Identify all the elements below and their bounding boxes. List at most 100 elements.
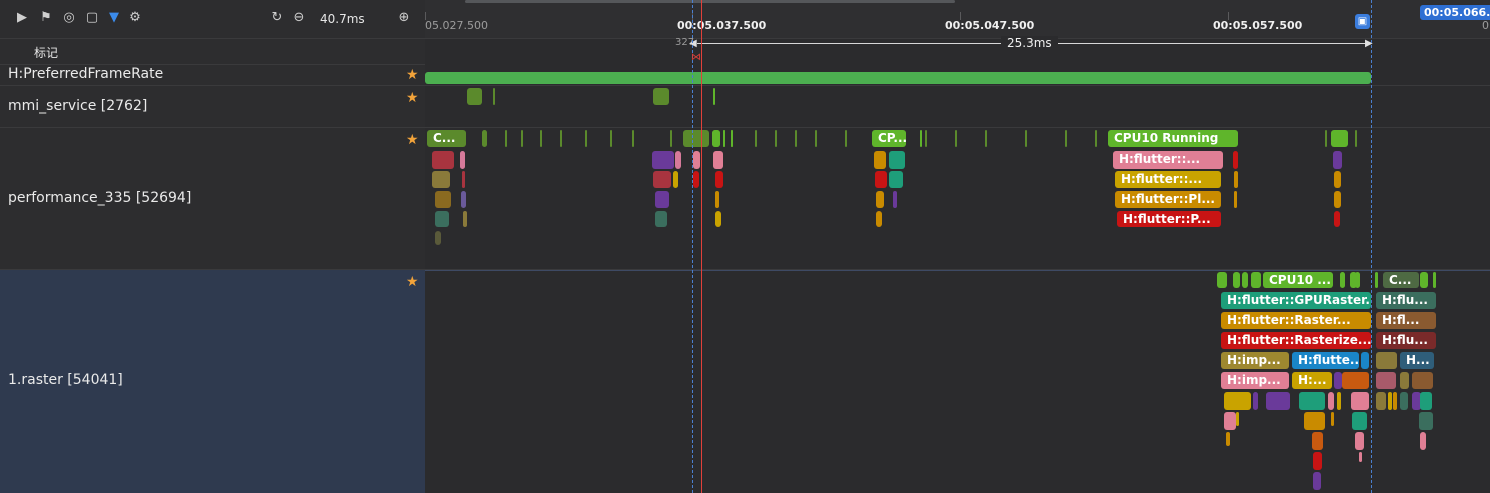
cpu-running-slice[interactable]	[1355, 272, 1360, 288]
cpu-running-slice[interactable]	[925, 130, 927, 147]
track-raster[interactable]: 1.raster [54041] ★	[0, 270, 425, 493]
thread-slice[interactable]	[1234, 171, 1238, 188]
cpu-running-slice[interactable]	[683, 130, 709, 147]
raster-slice[interactable]	[1226, 432, 1230, 446]
cpu-running-slice[interactable]	[755, 130, 757, 147]
cpu-running-slice[interactable]	[1331, 130, 1348, 147]
frame-rate-bar[interactable]	[425, 72, 1371, 84]
raster-slice[interactable]	[1313, 452, 1322, 470]
raster-slice[interactable]: H...	[1400, 352, 1434, 369]
horizontal-scrollbar[interactable]	[465, 0, 955, 3]
thread-slice[interactable]	[432, 171, 450, 188]
flag-icon[interactable]: ⚑	[38, 10, 54, 26]
thread-slice[interactable]	[893, 191, 897, 208]
track-preferred-frame-rate[interactable]: H:PreferredFrameRate ★	[0, 64, 425, 86]
thread-slice[interactable]	[435, 211, 449, 227]
bookmark-flag-icon[interactable]: ▣	[1355, 14, 1370, 29]
raster-slice[interactable]: H:...	[1292, 372, 1332, 389]
thread-slice[interactable]	[435, 231, 441, 245]
globe-icon[interactable]: ◎	[61, 10, 77, 26]
star-icon[interactable]: ★	[406, 68, 420, 82]
thread-slice[interactable]	[1234, 191, 1237, 208]
thread-slice[interactable]: H:flutter::P...	[1117, 211, 1221, 227]
raster-slice[interactable]: H:fl...	[1376, 312, 1436, 329]
cpu-running-slice[interactable]	[1233, 272, 1240, 288]
raster-slice[interactable]	[1304, 412, 1325, 430]
raster-slice[interactable]	[1412, 372, 1433, 389]
thread-slice[interactable]	[461, 191, 466, 208]
raster-slice[interactable]	[1359, 452, 1362, 462]
thread-slice[interactable]	[874, 151, 886, 169]
cpu-running-slice[interactable]	[1095, 130, 1097, 147]
mmi-slice[interactable]	[493, 88, 495, 105]
raster-slice[interactable]: H:flutter::GPURaster...	[1221, 292, 1371, 309]
timeline-panel[interactable]: 05.027.500 00:05.037.500 00:05.047.500 0…	[425, 0, 1490, 493]
thread-slice[interactable]	[693, 151, 700, 169]
raster-slice[interactable]	[1224, 412, 1236, 430]
cpu-running-slice[interactable]	[955, 130, 957, 147]
raster-slice[interactable]: H:imp...	[1221, 352, 1289, 369]
raster-slice[interactable]: H:imp...	[1221, 372, 1289, 389]
thread-slice[interactable]	[675, 151, 681, 169]
mmi-slice[interactable]	[467, 88, 482, 105]
thread-slice[interactable]	[655, 211, 667, 227]
thread-slice[interactable]	[876, 211, 882, 227]
thread-slice[interactable]	[432, 151, 454, 169]
raster-slice[interactable]: H:flutte...	[1292, 352, 1359, 369]
gear-icon[interactable]: ⚙	[127, 10, 143, 26]
raster-slice[interactable]	[1388, 392, 1392, 410]
thread-slice[interactable]	[673, 171, 678, 188]
play-icon[interactable]: ▶	[14, 10, 30, 26]
cpu-running-slice[interactable]	[1242, 272, 1248, 288]
thread-slice[interactable]	[1334, 171, 1341, 188]
raster-slice[interactable]	[1420, 432, 1426, 450]
thread-slice[interactable]	[876, 191, 884, 208]
cpu-running-slice[interactable]: CPU10 ...	[1263, 272, 1333, 288]
raster-slice[interactable]	[1334, 372, 1342, 389]
raster-slice[interactable]	[1337, 392, 1341, 410]
thread-slice[interactable]: H:flutter::...	[1115, 171, 1221, 188]
raster-slice[interactable]: H:flutter::Rasterize...	[1221, 332, 1371, 349]
raster-slice[interactable]: H:flu...	[1376, 292, 1436, 309]
raster-slice[interactable]	[1236, 412, 1239, 426]
thread-slice[interactable]	[463, 211, 467, 227]
thread-slice[interactable]	[1233, 151, 1238, 169]
raster-slice[interactable]	[1328, 392, 1334, 410]
cpu-running-slice[interactable]	[1065, 130, 1067, 147]
cpu-running-slice[interactable]	[540, 130, 542, 147]
thread-slice[interactable]	[653, 171, 671, 188]
raster-slice[interactable]	[1253, 392, 1258, 410]
raster-slice[interactable]	[1361, 352, 1369, 369]
cpu-running-slice[interactable]	[560, 130, 562, 147]
raster-slice[interactable]	[1376, 392, 1386, 410]
raster-slice[interactable]	[1351, 392, 1369, 410]
raster-slice[interactable]	[1355, 432, 1364, 450]
thread-slice[interactable]	[713, 151, 723, 169]
raster-slice[interactable]	[1312, 432, 1323, 450]
track-mmi-service[interactable]: mmi_service [2762] ★	[0, 86, 425, 128]
thread-slice[interactable]: H:flutter::Pl...	[1115, 191, 1221, 208]
raster-slice[interactable]	[1393, 392, 1397, 410]
cpu-running-slice[interactable]	[1325, 130, 1327, 147]
raster-slice[interactable]	[1352, 412, 1367, 430]
cpu-running-slice[interactable]	[1251, 272, 1261, 288]
cpu-running-slice[interactable]	[731, 130, 733, 147]
star-icon[interactable]: ★	[406, 91, 420, 105]
thread-slice[interactable]	[652, 151, 674, 169]
raster-slice[interactable]	[1224, 392, 1251, 410]
zoom-in-icon[interactable]: ⊕	[396, 10, 412, 26]
raster-slice[interactable]	[1400, 372, 1409, 389]
cpu-running-slice[interactable]	[845, 130, 847, 147]
mmi-slice[interactable]	[653, 88, 669, 105]
thread-slice[interactable]	[435, 191, 451, 208]
cpu-running-slice[interactable]	[632, 130, 634, 147]
cpu-running-slice[interactable]: C...	[427, 130, 466, 147]
cpu-running-slice[interactable]	[1420, 272, 1428, 288]
thread-slice[interactable]	[1333, 151, 1342, 169]
thread-slice[interactable]	[889, 151, 905, 169]
zoom-out-icon[interactable]: ⊖	[291, 10, 307, 26]
raster-slice[interactable]	[1400, 392, 1408, 410]
cpu-running-slice[interactable]	[585, 130, 587, 147]
raster-slice[interactable]	[1420, 392, 1432, 410]
raster-slice[interactable]	[1419, 412, 1433, 430]
